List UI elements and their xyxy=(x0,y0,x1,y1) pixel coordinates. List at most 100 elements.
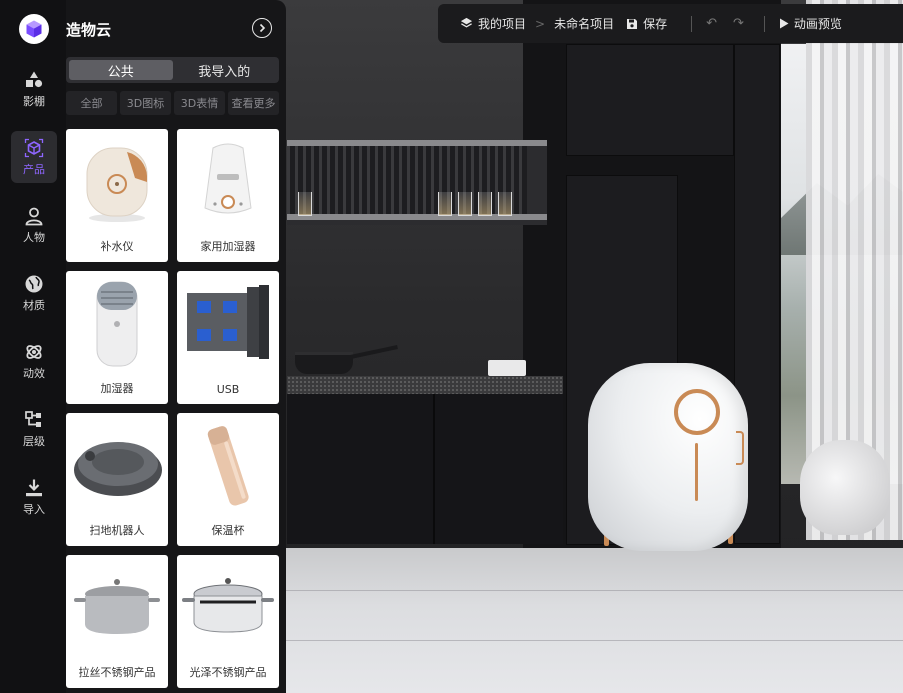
import-download-icon xyxy=(26,479,42,496)
brand-logo[interactable] xyxy=(19,14,49,44)
product-thumb xyxy=(177,129,279,233)
product-card-brushed-steel[interactable]: 拉丝不锈钢产品 xyxy=(66,555,168,688)
usb-image xyxy=(187,285,269,359)
filter-3d-emoji[interactable]: 3D表情 xyxy=(174,91,225,115)
scene-cabinet-door xyxy=(566,44,734,156)
left-nav-rail: 影棚 产品 人物 材质 动效 层级 导入 xyxy=(0,0,66,693)
product-card-hydrator[interactable]: 补水仪 xyxy=(66,129,168,262)
my-projects-link[interactable]: 我的项目 xyxy=(460,15,526,32)
chevron-right-icon xyxy=(259,23,266,33)
product-grid: 补水仪 家用加湿器 加湿器 USB 扫地机器人 保温杯 拉丝不锈钢产品 光泽不锈… xyxy=(66,129,281,688)
play-icon xyxy=(779,18,789,29)
product-cube-icon xyxy=(24,138,44,157)
material-globe-icon xyxy=(25,275,43,292)
scene-countertop xyxy=(287,376,563,394)
product-card-humidifier[interactable]: 加湿器 xyxy=(66,271,168,404)
redo-icon[interactable]: ↷ xyxy=(733,16,744,31)
nav-item-motion[interactable]: 动效 xyxy=(11,335,57,387)
product-thumb xyxy=(177,271,279,375)
studio-shapes-icon xyxy=(26,71,43,87)
filter-3d-icons[interactable]: 3D图标 xyxy=(120,91,171,115)
scene-product-humidifier[interactable] xyxy=(588,363,748,551)
product-label: 补水仪 xyxy=(100,240,134,253)
robot-vacuum-image xyxy=(74,442,162,496)
appliance-handle xyxy=(736,431,744,465)
appliance-stripe xyxy=(695,443,698,501)
tab-my-imports[interactable]: 我导入的 xyxy=(173,60,277,80)
animation-preview-button[interactable]: 动画预览 xyxy=(779,15,842,32)
brand-cube-icon xyxy=(26,20,42,38)
product-thumb xyxy=(177,413,279,517)
layers-icon xyxy=(460,17,473,28)
humidifier-image xyxy=(96,281,138,367)
nav-item-person[interactable]: 人物 xyxy=(11,199,57,251)
product-label: 光泽不锈钢产品 xyxy=(189,666,267,679)
nav-item-material[interactable]: 材质 xyxy=(11,267,57,319)
floor-tile-line xyxy=(286,590,903,591)
hierarchy-icon xyxy=(25,410,41,427)
toolbar-divider xyxy=(691,15,693,32)
save-label: 保存 xyxy=(643,17,668,31)
project-name[interactable]: 未命名项目 xyxy=(554,15,614,32)
product-label: 保温杯 xyxy=(211,524,245,537)
scene-cups xyxy=(488,360,526,376)
brushed-steel-pot-image xyxy=(74,579,160,634)
save-icon xyxy=(627,18,638,29)
hydrator-image xyxy=(86,147,148,222)
product-card-thermos[interactable]: 保温杯 xyxy=(177,413,279,546)
save-button[interactable]: 保存 xyxy=(626,15,667,32)
glossy-steel-pot-image xyxy=(182,578,274,633)
product-card-robot-vacuum[interactable]: 扫地机器人 xyxy=(66,413,168,546)
person-icon xyxy=(25,207,43,225)
nav-label-product: 产品 xyxy=(23,162,45,176)
home-humidifier-image xyxy=(204,143,252,214)
my-projects-label: 我的项目 xyxy=(478,17,527,31)
asset-panel: 影棚 产品 人物 材质 动效 层级 导入 造物云 公共 我导入的 全部 3D图标… xyxy=(0,0,286,693)
scene-curtain-knot xyxy=(800,440,890,535)
nav-label-person: 人物 xyxy=(23,230,45,244)
product-thumb xyxy=(177,555,279,659)
asset-library: 造物云 公共 我导入的 全部 3D图标 3D表情 查看更多 补水仪 家用加湿器 … xyxy=(66,0,286,693)
scene-glass xyxy=(498,192,512,216)
product-card-usb[interactable]: USB xyxy=(177,271,279,404)
nav-item-import[interactable]: 导入 xyxy=(11,471,57,523)
library-source-tabs: 公共 我导入的 xyxy=(66,57,279,83)
product-thumb xyxy=(66,555,168,659)
undo-icon[interactable]: ↶ xyxy=(706,16,717,31)
app-title: 造物云 xyxy=(66,21,112,39)
product-label: 拉丝不锈钢产品 xyxy=(78,666,156,679)
scene-glass xyxy=(478,192,492,216)
collapse-panel-button[interactable] xyxy=(252,18,272,38)
nav-label-material: 材质 xyxy=(23,298,45,312)
filter-view-more[interactable]: 查看更多 xyxy=(228,91,279,115)
tab-public[interactable]: 公共 xyxy=(69,60,173,80)
nav-label-hierarchy: 层级 xyxy=(23,434,45,448)
scene-base-cabinet xyxy=(287,394,563,544)
product-thumb xyxy=(66,129,168,233)
nav-label-import: 导入 xyxy=(23,502,45,516)
motion-rings-icon xyxy=(26,344,42,359)
nav-label-studio: 影棚 xyxy=(23,94,45,108)
scene-pan-handle xyxy=(350,345,398,359)
filter-all[interactable]: 全部 xyxy=(66,91,117,115)
scene-glass xyxy=(298,192,312,216)
product-label: 加湿器 xyxy=(100,382,134,395)
scene-pan xyxy=(295,352,353,374)
product-card-home-humidifier[interactable]: 家用加湿器 xyxy=(177,129,279,262)
product-label: 家用加湿器 xyxy=(200,240,256,253)
breadcrumb-separator: > xyxy=(535,16,546,31)
product-thumb xyxy=(66,413,168,517)
nav-item-hierarchy[interactable]: 层级 xyxy=(11,403,57,455)
thermos-image xyxy=(207,426,249,506)
scene-shelf-top xyxy=(287,140,547,146)
toolbar-divider xyxy=(763,15,765,32)
top-toolbar: 我的项目 > 未命名项目 保存 ↶ ↷ 动画预览 xyxy=(438,4,903,43)
nav-item-studio[interactable]: 影棚 xyxy=(11,63,57,115)
product-label: USB xyxy=(216,383,240,396)
nav-label-motion: 动效 xyxy=(23,366,45,380)
nav-item-product[interactable]: 产品 xyxy=(11,131,57,183)
animation-preview-label: 动画预览 xyxy=(793,17,842,31)
scene-cabinet-seam xyxy=(433,394,435,544)
product-card-glossy-steel[interactable]: 光泽不锈钢产品 xyxy=(177,555,279,688)
appliance-ring xyxy=(674,389,720,435)
